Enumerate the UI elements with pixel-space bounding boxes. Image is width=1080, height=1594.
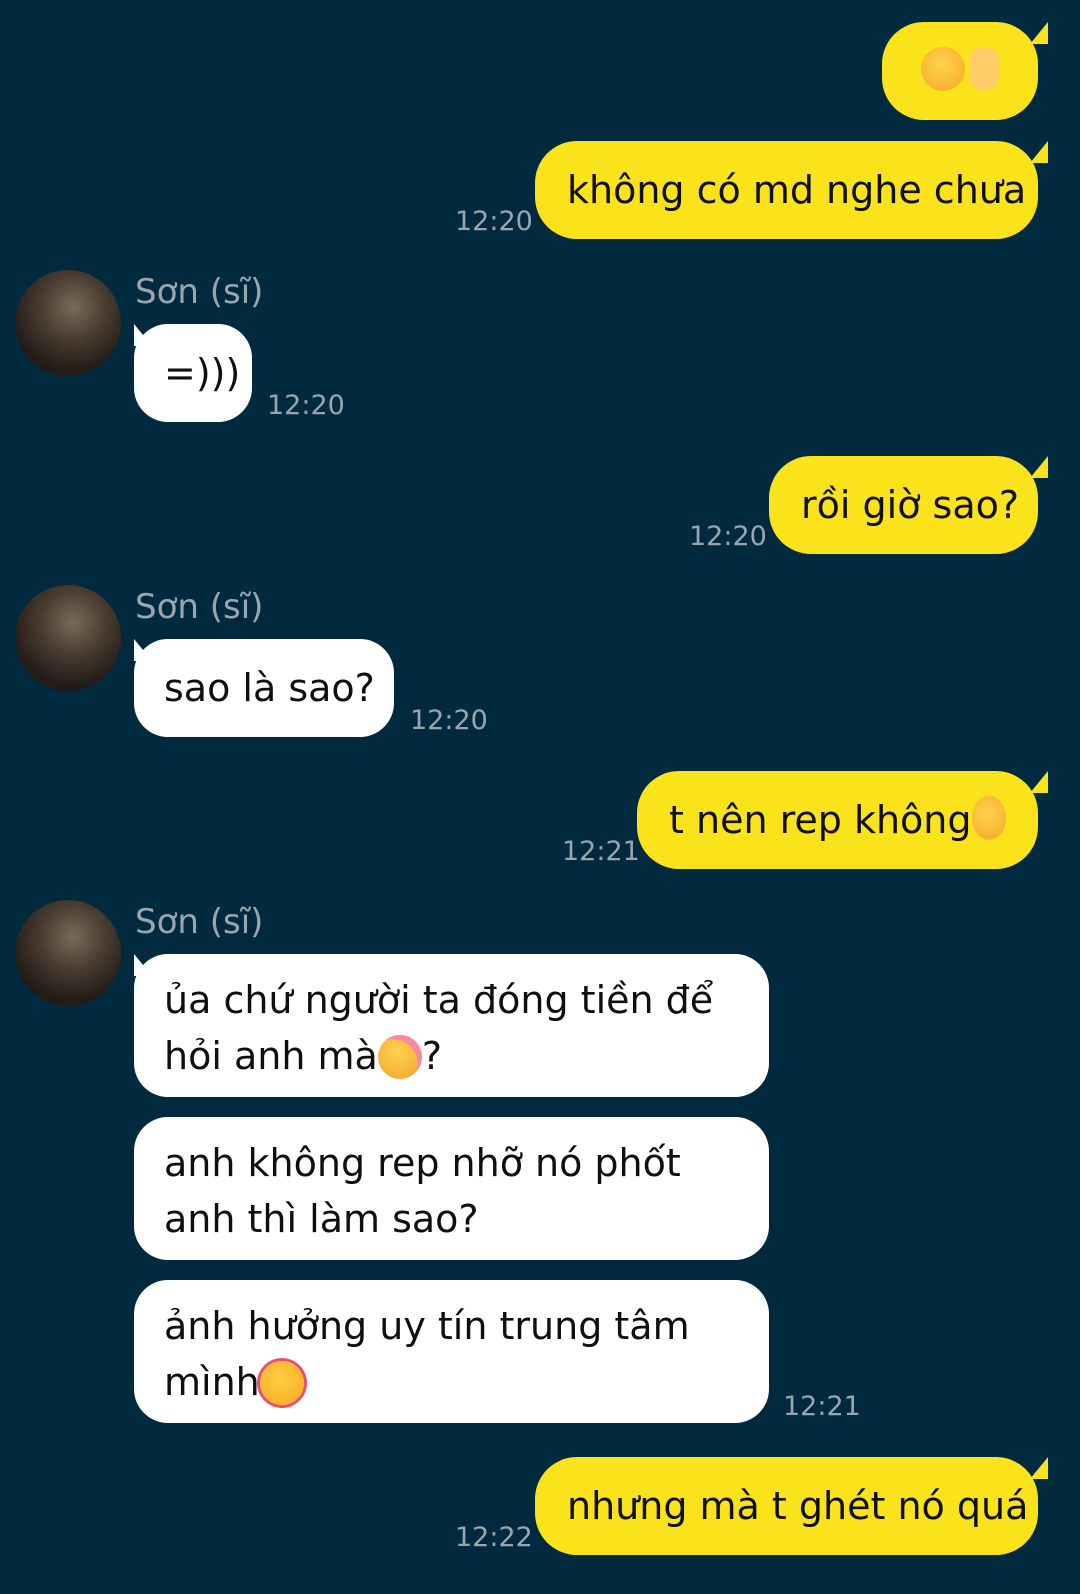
contact-avatar[interactable]	[15, 585, 121, 691]
incoming-message-bubble[interactable]: sao là sao?	[134, 639, 394, 737]
message-text: sao là sao?	[164, 666, 375, 710]
message-text: anh không rep nhỡ nó phốt anh thì làm sa…	[164, 1141, 681, 1241]
smiling-blush-emoji	[377, 1034, 422, 1079]
outgoing-message-bubble[interactable]: t nên rep không	[637, 771, 1038, 869]
smiling-hearts-emoji	[259, 1360, 304, 1405]
bubble-tail	[1030, 22, 1048, 44]
message-text: ủa chứ người ta đóng tiền để hỏi anh mà?	[164, 978, 714, 1079]
message-text: t nên rep không	[669, 798, 972, 842]
message-time: 12:20	[455, 206, 533, 237]
message-time: 12:21	[783, 1391, 861, 1422]
bubble-tail	[1030, 1457, 1048, 1479]
incoming-message-bubble[interactable]: =)))	[134, 324, 252, 422]
sender-name: Sơn (sĩ)	[135, 272, 264, 312]
contact-avatar[interactable]	[15, 270, 121, 376]
message-text: rồi giờ sao?	[801, 483, 1020, 527]
message-text: =)))	[164, 351, 241, 395]
sender-name: Sơn (sĩ)	[135, 587, 264, 627]
bubble-tail	[1030, 771, 1048, 793]
grinning-sweat-emoji	[971, 796, 1006, 840]
outgoing-message-bubble[interactable]: nhưng mà t ghét nó quá	[535, 1457, 1038, 1555]
outgoing-message-bubble[interactable]: rồi giờ sao?	[769, 456, 1038, 554]
grinning-sweat-emoji	[921, 47, 965, 91]
incoming-message-bubble[interactable]: anh không rep nhỡ nó phốt anh thì làm sa…	[134, 1117, 769, 1260]
contact-avatar[interactable]	[15, 900, 121, 1006]
message-time: 12:20	[410, 705, 488, 736]
outgoing-message-bubble[interactable]	[882, 22, 1038, 120]
message-time: 12:20	[267, 390, 345, 421]
message-time: 12:20	[689, 521, 767, 552]
message-time: 12:22	[455, 1522, 533, 1553]
incoming-message-bubble[interactable]: ảnh hưởng uy tín trung tâm mình	[134, 1280, 769, 1423]
middle-finger-emoji	[969, 47, 999, 91]
message-text: không có md nghe chưa	[567, 168, 1027, 212]
bubble-tail	[1030, 141, 1048, 163]
message-time: 12:21	[562, 836, 640, 867]
sender-name: Sơn (sĩ)	[135, 902, 264, 942]
outgoing-message-bubble[interactable]: không có md nghe chưa	[535, 141, 1038, 239]
message-text: ảnh hưởng uy tín trung tâm mình	[164, 1304, 690, 1405]
bubble-tail	[1030, 456, 1048, 478]
incoming-message-bubble[interactable]: ủa chứ người ta đóng tiền để hỏi anh mà?	[134, 954, 769, 1097]
message-text: nhưng mà t ghét nó quá	[567, 1484, 1029, 1528]
